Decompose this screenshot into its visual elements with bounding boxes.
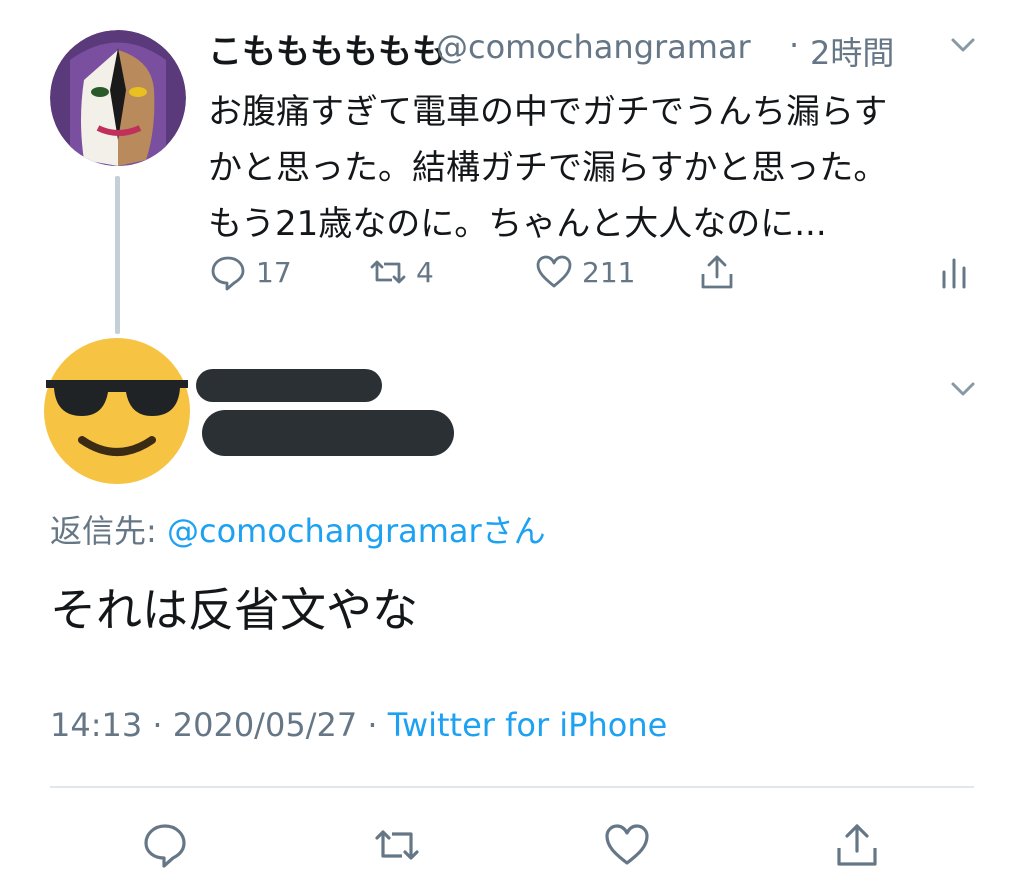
tweet-meta: 14:13 · 2020/05/27 · Twitter for iPhone — [50, 706, 667, 744]
parent-avatar[interactable] — [50, 30, 186, 166]
like-icon — [536, 255, 572, 288]
parent-tweet-text: お腹痛すぎて電車の中でガチでうんち漏らす かと思った。結構ガチで漏らすかと思った… — [208, 84, 968, 252]
share-icon — [837, 824, 877, 866]
redacted-handle — [202, 410, 454, 456]
reply-button[interactable]: 17 — [208, 250, 292, 294]
retweet-icon — [370, 260, 406, 284]
parent-timestamp[interactable]: 2時間 — [810, 28, 894, 74]
replying-to-mention[interactable]: @comochangramarさん — [167, 512, 546, 550]
replying-to-label: 返信先: — [50, 512, 157, 550]
reply-count: 17 — [256, 255, 292, 289]
replying-to: 返信先: @comochangramarさん — [50, 506, 546, 552]
like-icon — [605, 824, 649, 865]
parent-handle[interactable]: @comochangramar — [436, 28, 751, 66]
like-count: 211 — [582, 255, 636, 289]
chevron-down-icon[interactable] — [945, 374, 981, 404]
separator-dot: · — [789, 26, 800, 64]
reply-icon — [144, 824, 186, 868]
tweet-text-line: もう21歳なのに。ちゃんと大人なのに... — [208, 204, 827, 244]
retweet-button[interactable] — [372, 820, 422, 870]
thread-line — [115, 176, 120, 334]
retweet-icon — [375, 830, 419, 860]
retweet-button[interactable]: 4 — [368, 250, 434, 294]
sunglasses-emoji-avatar[interactable] — [42, 336, 192, 486]
like-button[interactable] — [602, 820, 652, 870]
redacted-display-name — [196, 369, 382, 402]
reply-button[interactable] — [140, 820, 190, 870]
tweet-text-line: かと思った。結構ガチで漏らすかと思った。 — [208, 148, 888, 188]
divider — [50, 786, 974, 788]
tweet-date: 2020/05/27 — [172, 706, 358, 744]
separator-dot: · — [367, 706, 378, 744]
reply-icon — [211, 256, 245, 291]
tweet-text-line: お腹痛すぎて電車の中でガチでうんち漏らす — [208, 92, 888, 132]
chevron-down-icon[interactable] — [945, 30, 981, 60]
analytics-icon — [942, 258, 966, 289]
retweet-count: 4 — [416, 255, 434, 289]
reply-tweet-text: それは反省文やな — [50, 583, 418, 637]
share-icon — [701, 255, 733, 289]
parent-display-name[interactable]: こもももももも — [208, 24, 446, 73]
tweet-time: 14:13 — [50, 706, 143, 744]
like-button[interactable]: 211 — [534, 250, 635, 294]
tweet-source-link[interactable]: Twitter for iPhone — [388, 706, 668, 744]
analytics-button[interactable] — [934, 250, 974, 294]
share-button[interactable] — [697, 250, 737, 294]
share-button[interactable] — [832, 820, 882, 870]
separator-dot: · — [152, 706, 163, 744]
